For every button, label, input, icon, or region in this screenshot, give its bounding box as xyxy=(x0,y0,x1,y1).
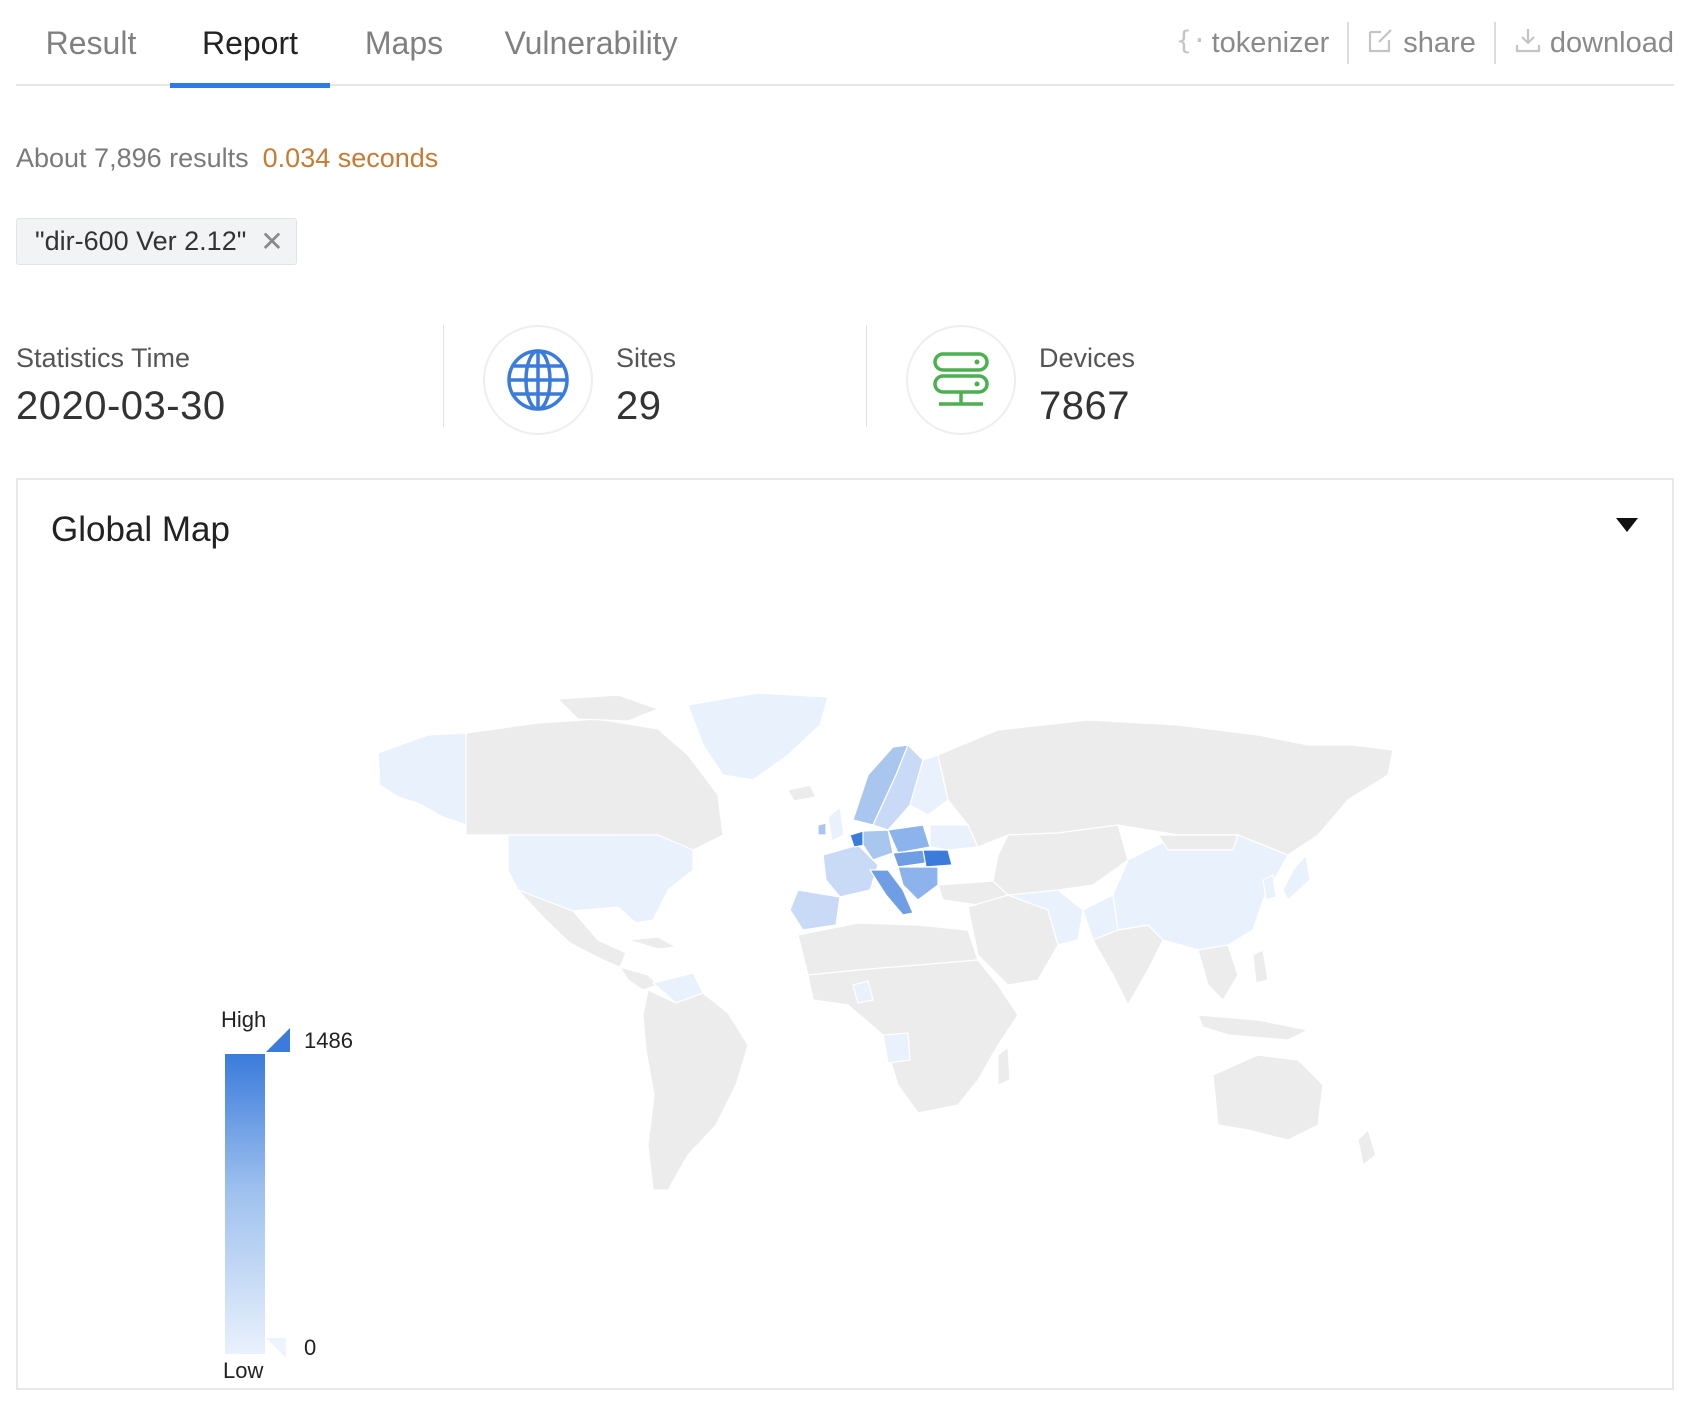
region-korea xyxy=(1262,874,1277,901)
tab-maps[interactable]: Maps xyxy=(334,0,474,86)
region-ireland xyxy=(817,822,827,836)
statistics-time-label: Statistics Time xyxy=(16,343,191,373)
stats-row: Statistics Time 2020-03-30 Sites 29 Devi… xyxy=(16,325,1674,435)
devices-value: 7867 xyxy=(1039,384,1130,428)
region-hungary xyxy=(892,849,927,868)
region-new-zealand xyxy=(1357,1128,1377,1167)
region-caribbean xyxy=(627,936,678,950)
region-uk xyxy=(827,805,845,842)
globe-icon xyxy=(483,325,593,435)
close-icon[interactable]: ✕ xyxy=(260,227,283,256)
download-button[interactable]: download xyxy=(1496,22,1674,64)
region-india xyxy=(1092,924,1164,1007)
devices-stat: Devices 7867 xyxy=(1039,343,1135,429)
world-map[interactable] xyxy=(358,685,1393,1225)
region-madagascar xyxy=(997,1045,1011,1086)
download-icon xyxy=(1514,26,1542,61)
toolbar: {·} tokenizer share download xyxy=(1158,0,1674,86)
region-philippines xyxy=(1252,949,1269,984)
sites-label: Sites xyxy=(616,343,677,373)
share-label: share xyxy=(1403,26,1476,59)
tab-vulnerability[interactable]: Vulnerability xyxy=(491,0,691,86)
region-canada-arctic xyxy=(556,694,660,722)
svg-text:{·}: {·} xyxy=(1176,26,1204,55)
query-time: 0.034 seconds xyxy=(262,143,439,173)
braces-icon: {·} xyxy=(1176,25,1223,62)
global-map-panel: Global Map High 1486 0 Low xyxy=(16,478,1674,1390)
sites-value: 29 xyxy=(616,384,662,428)
query-chip-label: "dir-600 Ver 2.12" xyxy=(35,226,247,256)
sites-stat: Sites 29 xyxy=(616,343,676,429)
server-icon xyxy=(906,325,1016,435)
legend-min-value: 0 xyxy=(304,1335,317,1360)
download-label: download xyxy=(1549,26,1674,59)
tokenizer-button[interactable]: {·} tokenizer xyxy=(1158,22,1348,64)
region-south-america xyxy=(642,989,749,1191)
caret-down-icon[interactable] xyxy=(1616,518,1638,532)
stats-divider xyxy=(443,325,444,427)
legend-max-marker xyxy=(266,1028,290,1052)
tab-result[interactable]: Result xyxy=(16,0,166,86)
legend-min-marker xyxy=(266,1338,286,1358)
statistics-time: Statistics Time 2020-03-30 xyxy=(16,343,226,429)
legend-high-label: High xyxy=(221,1007,267,1032)
region-iberia xyxy=(789,889,841,931)
tokenizer-label: tokenizer xyxy=(1211,26,1330,59)
share-button[interactable]: share xyxy=(1349,22,1494,64)
region-indonesia xyxy=(1197,1014,1310,1041)
query-chip: "dir-600 Ver 2.12" ✕ xyxy=(16,218,297,265)
region-alaska xyxy=(377,732,467,826)
edit-icon xyxy=(1367,26,1395,61)
region-greenland xyxy=(687,692,829,781)
legend-low-label: Low xyxy=(223,1358,264,1383)
region-australia xyxy=(1212,1054,1324,1141)
tab-bar: Result Report Maps Vulnerability {·} tok… xyxy=(16,0,1674,88)
region-romania xyxy=(922,849,953,868)
region-southeast-asia xyxy=(1197,944,1239,1001)
tab-report[interactable]: Report xyxy=(170,0,330,88)
region-japan xyxy=(1282,853,1311,901)
region-iceland xyxy=(787,784,817,802)
region-poland xyxy=(887,824,931,854)
legend-gradient xyxy=(225,1054,265,1354)
region-angola xyxy=(882,1032,911,1064)
region-central-america xyxy=(618,965,660,991)
region-canada xyxy=(465,718,724,851)
panel-title: Global Map xyxy=(51,510,230,549)
region-mongolia xyxy=(1156,834,1239,851)
devices-label: Devices xyxy=(1039,343,1136,373)
stats-divider xyxy=(866,325,867,427)
legend-max-value: 1486 xyxy=(304,1028,353,1053)
statistics-time-value: 2020-03-30 xyxy=(16,384,226,428)
region-africa xyxy=(807,959,1019,1114)
region-central-asia xyxy=(992,824,1129,896)
results-summary: About 7,896 results 0.034 seconds xyxy=(16,143,438,174)
results-count: About 7,896 results xyxy=(16,143,249,173)
